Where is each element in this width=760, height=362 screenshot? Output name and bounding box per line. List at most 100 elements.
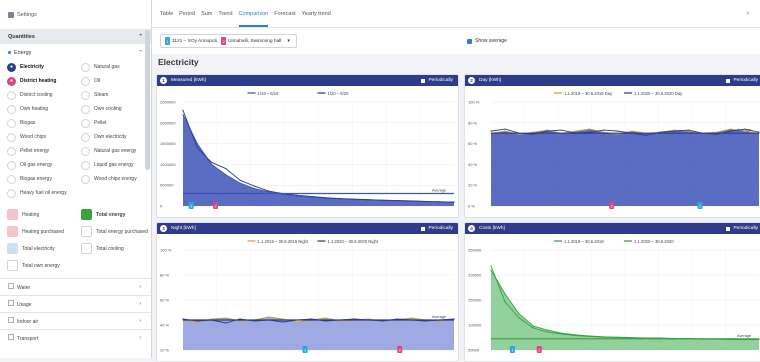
leaf-icon xyxy=(7,118,16,128)
checkbox-icon xyxy=(726,226,731,231)
total-item[interactable]: Total energy purchased xyxy=(81,223,151,240)
data-point xyxy=(296,194,298,196)
chart-number-badge: 4 xyxy=(468,225,475,232)
flame-icon xyxy=(81,146,90,156)
sidebar-scrollbar[interactable] xyxy=(145,30,150,170)
energy-item[interactable]: Steam xyxy=(81,88,151,102)
total-item[interactable]: Heating purchased xyxy=(7,223,81,240)
total-item[interactable]: Heating xyxy=(7,206,81,223)
energy-item[interactable]: Natural gas xyxy=(81,60,151,74)
y-tick-label: 100 % xyxy=(468,100,480,105)
data-point xyxy=(504,128,506,130)
tab-comparison[interactable]: Comparison xyxy=(238,11,268,27)
quantities-header[interactable]: Quantities ⌃ xyxy=(0,30,151,44)
tab-forecast[interactable]: Forecast xyxy=(274,11,295,17)
sidebar: Settings Quantities ⌃ Energy ⌃ ● Electric… xyxy=(0,0,152,358)
y-tick-label: 200000 xyxy=(468,273,482,278)
data-point xyxy=(339,197,341,200)
energy-item[interactable]: ● District heating xyxy=(7,74,81,88)
energy-item[interactable]: Wood chips energy xyxy=(81,172,151,186)
data-point xyxy=(210,161,213,163)
energy-item-label: Wood chips xyxy=(20,134,47,140)
data-point xyxy=(325,317,327,319)
energy-item[interactable]: Oil gas energy xyxy=(7,158,81,172)
section-transport[interactable]: Transport › xyxy=(0,329,151,346)
oil-icon xyxy=(7,160,16,170)
chart-svg: 1.1.2019 – 30.6.2019 1.1.2020 – 30.6.2020… xyxy=(468,239,760,353)
chart-svg: 1.1.2019 – 30.6.2019 Night 1.1.2020 – 30.… xyxy=(160,239,455,353)
energy-item-label: Oil xyxy=(94,78,101,84)
data-point xyxy=(532,133,534,135)
data-point xyxy=(589,128,591,130)
total-item[interactable]: Total cooling xyxy=(81,240,151,257)
periodically-toggle[interactable]: Periodically xyxy=(421,226,453,231)
settings-label: Settings xyxy=(17,11,37,18)
tab-yearly-trend[interactable]: Yearly trend xyxy=(302,11,331,17)
show-average-toggle[interactable]: Show average xyxy=(467,38,507,44)
settings-button[interactable]: Settings xyxy=(0,0,151,30)
periodically-toggle[interactable]: Periodically xyxy=(726,226,758,231)
y-tick-label: 80 % xyxy=(160,273,170,278)
energy-item[interactable]: Wood chips xyxy=(7,130,81,144)
energy-item[interactable]: Pellet xyxy=(81,116,151,130)
total-item-label: Heating purchased xyxy=(22,228,64,235)
energy-item[interactable]: Pellet energy xyxy=(7,144,81,158)
total-item[interactable]: Total electricity xyxy=(7,240,81,257)
section-water[interactable]: Water › xyxy=(0,278,151,295)
chart-title: Day [kWh] xyxy=(479,78,502,83)
energy-item[interactable]: Biogas xyxy=(7,116,81,130)
close-icon[interactable]: ⨯ xyxy=(745,11,750,17)
chevron-right-icon: › xyxy=(139,301,141,307)
y-tick-label: 60 % xyxy=(468,141,478,146)
settings-icon xyxy=(8,11,14,18)
periodically-toggle[interactable]: Periodically xyxy=(726,78,758,83)
energy-item[interactable]: Liquid gas energy xyxy=(81,158,151,172)
tab-trend[interactable]: Trend xyxy=(218,11,232,17)
data-point xyxy=(603,129,605,131)
tab-sum[interactable]: Sum xyxy=(201,11,212,17)
data-point xyxy=(267,316,270,318)
energy-item[interactable]: ● Electricity xyxy=(7,60,81,74)
total-item[interactable]: Total energy xyxy=(81,206,151,223)
data-point xyxy=(730,130,732,132)
total-item[interactable]: Total own energy xyxy=(7,257,81,274)
total-swatch-icon xyxy=(81,226,92,237)
y-tick-label: 1000000 xyxy=(160,162,176,167)
total-item-label: Total own energy xyxy=(22,262,60,269)
energy-item[interactable]: Heavy fuel oil energy xyxy=(7,186,81,200)
tab-table[interactable]: Table xyxy=(160,11,173,17)
energy-item[interactable]: District cooling xyxy=(7,88,81,102)
energy-label: Energy xyxy=(14,50,32,56)
legend-label: 1.1.2019 – 30.6.2019 Day xyxy=(564,91,613,96)
wood-icon xyxy=(7,132,16,142)
site-marker-label: 2 xyxy=(399,349,401,353)
energy-item[interactable]: Own electricity xyxy=(81,130,151,144)
chart-header: 3 Night [kWh] Periodically xyxy=(157,223,458,234)
section-usage[interactable]: Usage › xyxy=(0,295,151,312)
main-area: Table Period Sum Trend Comparison Forecast Yea… xyxy=(152,0,760,362)
tab-period[interactable]: Period xyxy=(179,11,195,17)
energy-item-label: District cooling xyxy=(20,92,53,98)
chevron-up-icon: ⌃ xyxy=(138,34,143,40)
data-point xyxy=(310,195,312,198)
site-marker-label: 2 xyxy=(215,205,217,209)
periodically-toggle[interactable]: Periodically xyxy=(421,78,453,83)
section-indoor-air[interactable]: Indoor air › xyxy=(0,312,151,329)
data-point xyxy=(532,325,534,327)
y-tick-label: 150000 xyxy=(468,298,482,303)
data-point xyxy=(617,133,619,135)
data-point xyxy=(518,313,520,315)
site-selector[interactable]: 1 1121 – XOy Annopoli, 2 Uimahalli, Swim… xyxy=(160,34,297,48)
energy-item[interactable]: Own cooling xyxy=(81,102,151,116)
periodically-label: Periodically xyxy=(733,226,758,231)
energy-item[interactable]: Biogas energy xyxy=(7,172,81,186)
series-area xyxy=(491,129,759,206)
energy-item[interactable]: Natural gas energy xyxy=(81,144,151,158)
energy-item[interactable]: Own heating xyxy=(7,102,81,116)
energy-item[interactable]: Oil xyxy=(81,74,151,88)
page-title: Electricity xyxy=(158,57,199,67)
data-point xyxy=(396,199,398,202)
chart-header: 4 Costs [kWh] Periodically xyxy=(465,223,760,234)
y-tick-label: 250000 xyxy=(468,248,482,253)
energy-group[interactable]: Energy ⌃ xyxy=(0,46,151,60)
